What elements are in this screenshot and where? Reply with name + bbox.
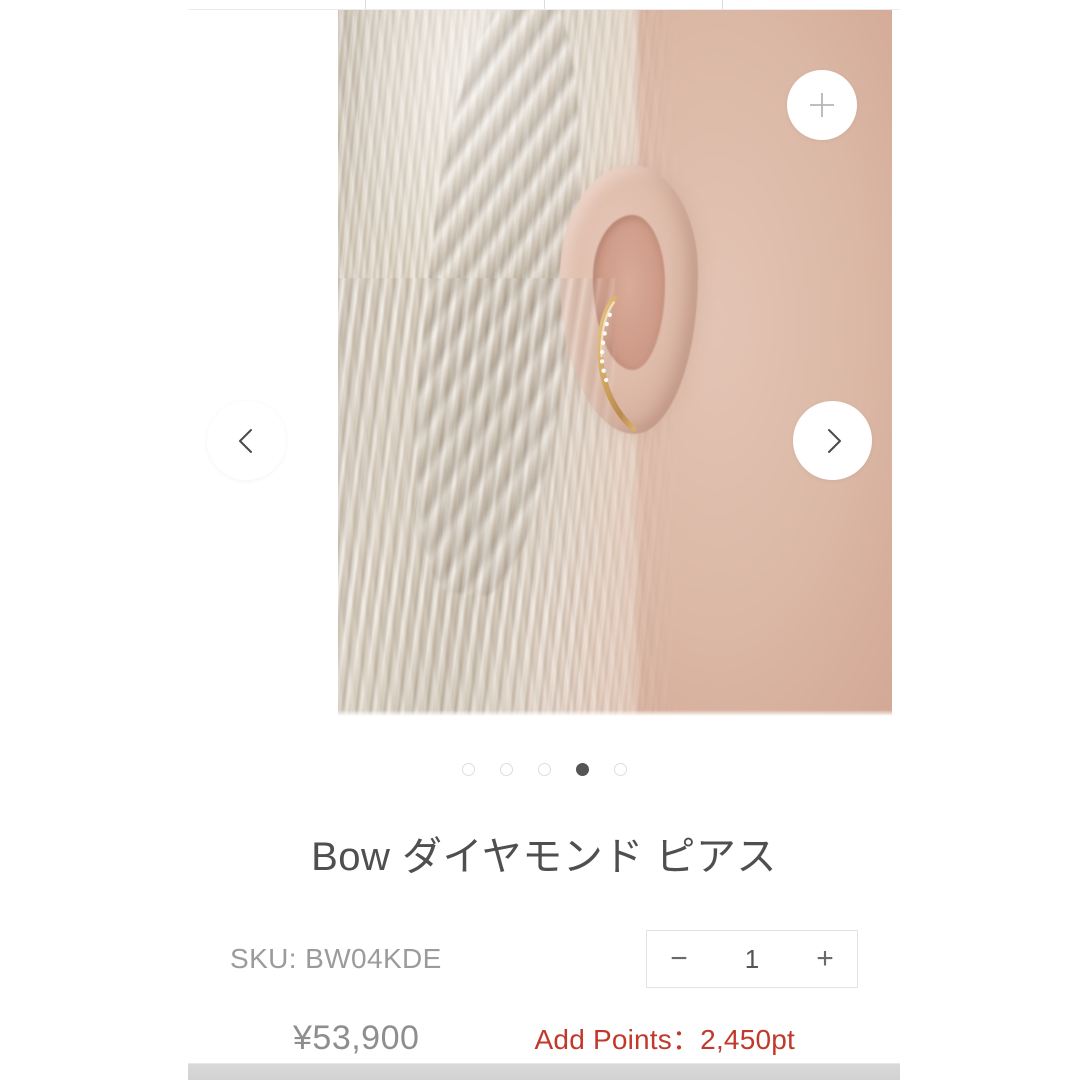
add-points-label: Add Points：2,450pt xyxy=(534,1024,795,1055)
quantity-value[interactable]: 1 xyxy=(711,944,793,975)
gallery-dot-2[interactable] xyxy=(499,762,513,776)
top-nav-cell[interactable] xyxy=(545,0,723,9)
top-nav-cell[interactable] xyxy=(188,0,367,9)
photo-hair-lower xyxy=(338,278,615,716)
plus-icon xyxy=(806,89,838,121)
zoom-image-button[interactable] xyxy=(787,70,857,140)
chevron-left-icon xyxy=(234,425,260,457)
sku-and-quantity-row: SKU: BW04KDE − 1 + xyxy=(188,930,900,988)
page-title: Bow ダイヤモンド ピアス xyxy=(311,835,777,879)
top-nav-cell[interactable] xyxy=(723,0,900,9)
quantity-stepper[interactable]: − 1 + xyxy=(646,930,858,988)
gallery-next-button[interactable] xyxy=(793,401,872,480)
gallery-dot-4[interactable] xyxy=(575,762,589,776)
gallery-pagination xyxy=(188,755,900,783)
price-row: ¥53,900 Add Points：2,450pt xyxy=(188,1018,900,1058)
gallery-dot-5[interactable] xyxy=(613,762,627,776)
product-info: Bow ダイヤモンド ピアス SKU: BW04KDE − 1 + ¥53,90… xyxy=(188,800,900,1058)
product-detail-page: Bow ダイヤモンド ピアス SKU: BW04KDE − 1 + ¥53,90… xyxy=(0,0,1080,1080)
photo-bottom-fade xyxy=(338,710,892,716)
gallery-dot-1[interactable] xyxy=(461,762,475,776)
quantity-decrease-button[interactable]: − xyxy=(647,931,711,987)
bottom-bar xyxy=(188,1063,900,1080)
top-nav-cell[interactable] xyxy=(366,0,545,9)
gallery-prev-button[interactable] xyxy=(207,401,286,480)
gallery-dot-3[interactable] xyxy=(537,762,551,776)
product-price: ¥53,900 xyxy=(293,1018,420,1057)
chevron-right-icon xyxy=(820,425,846,457)
earring-jewelry xyxy=(582,292,654,447)
sku-label: SKU: BW04KDE xyxy=(230,943,442,974)
top-nav-bar xyxy=(188,0,900,10)
product-gallery xyxy=(188,10,900,720)
quantity-increase-button[interactable]: + xyxy=(793,931,857,987)
